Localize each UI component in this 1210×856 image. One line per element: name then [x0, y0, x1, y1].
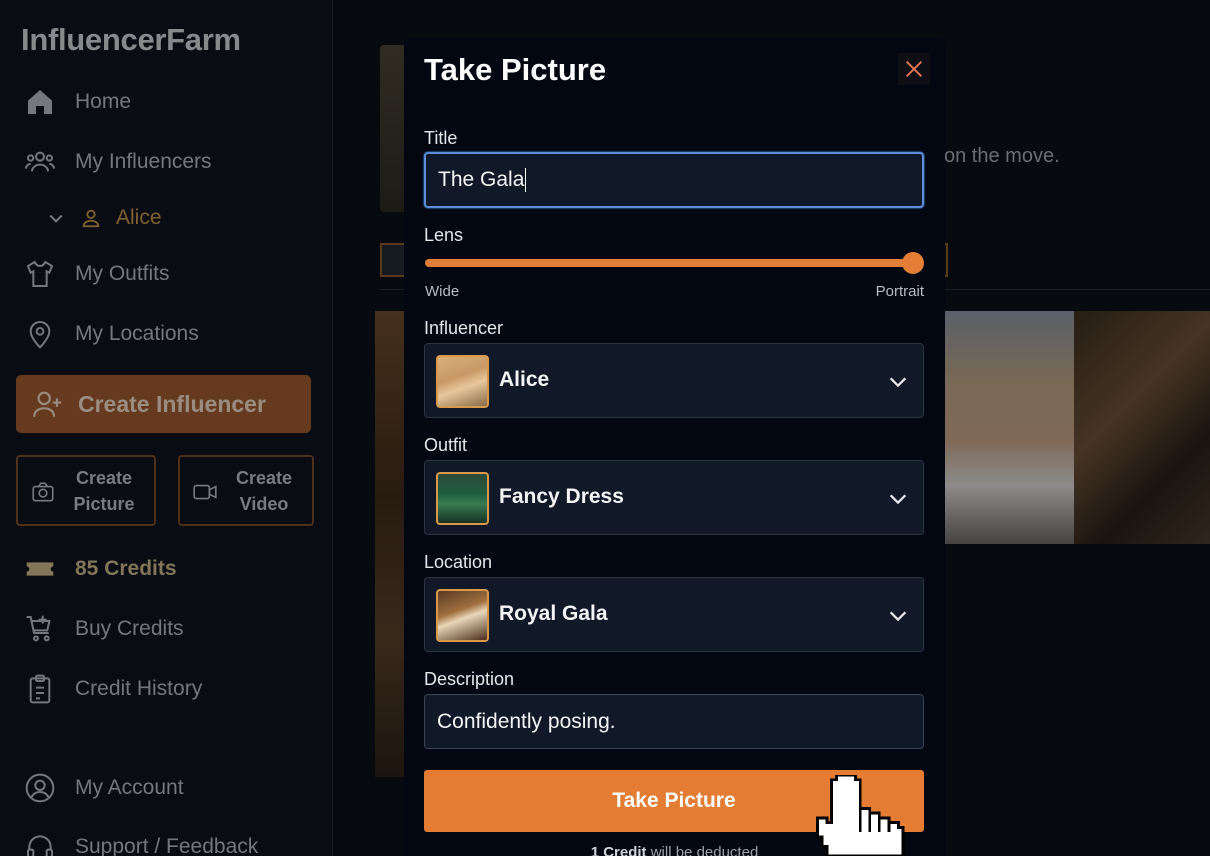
influencer-select[interactable]: Alice [424, 343, 924, 418]
close-icon [906, 61, 922, 77]
outfit-thumbnail [436, 472, 489, 525]
chevron-down-icon [889, 611, 907, 622]
modal-title: Take Picture [424, 52, 607, 87]
lens-slider-track[interactable] [425, 259, 923, 267]
chevron-down-icon [889, 377, 907, 388]
take-picture-button-label: Take Picture [612, 789, 736, 812]
location-label: Location [424, 552, 493, 572]
lens-slider-thumb[interactable] [902, 252, 924, 274]
credit-amount: 1 Credit [590, 844, 647, 856]
description-input-value: Confidently posing. [437, 709, 616, 733]
close-button[interactable] [898, 53, 930, 85]
description-label: Description [424, 669, 515, 689]
take-picture-modal: Take Picture Title The Gala Lens Wide Po… [404, 38, 945, 856]
influencer-value: Alice [499, 368, 550, 391]
credit-footnote-text: will be deducted [646, 844, 759, 856]
chevron-down-icon [889, 494, 907, 505]
lens-max-label: Portrait [875, 283, 924, 300]
lens-label: Lens [424, 225, 464, 245]
text-caret [525, 168, 527, 192]
influencer-label: Influencer [424, 318, 504, 338]
hand-pointer-cursor-icon [815, 775, 905, 856]
location-thumbnail [436, 589, 489, 642]
location-select[interactable]: Royal Gala [424, 577, 924, 652]
outfit-value: Fancy Dress [499, 485, 624, 508]
outfit-label: Outfit [424, 435, 468, 455]
location-value: Royal Gala [499, 602, 608, 625]
lens-min-label: Wide [425, 283, 460, 300]
title-input[interactable]: The Gala [424, 152, 924, 208]
title-label: Title [424, 128, 458, 148]
outfit-select[interactable]: Fancy Dress [424, 460, 924, 535]
title-input-value: The Gala [438, 168, 525, 191]
description-input[interactable]: Confidently posing. [424, 694, 924, 749]
influencer-thumbnail [436, 355, 489, 408]
